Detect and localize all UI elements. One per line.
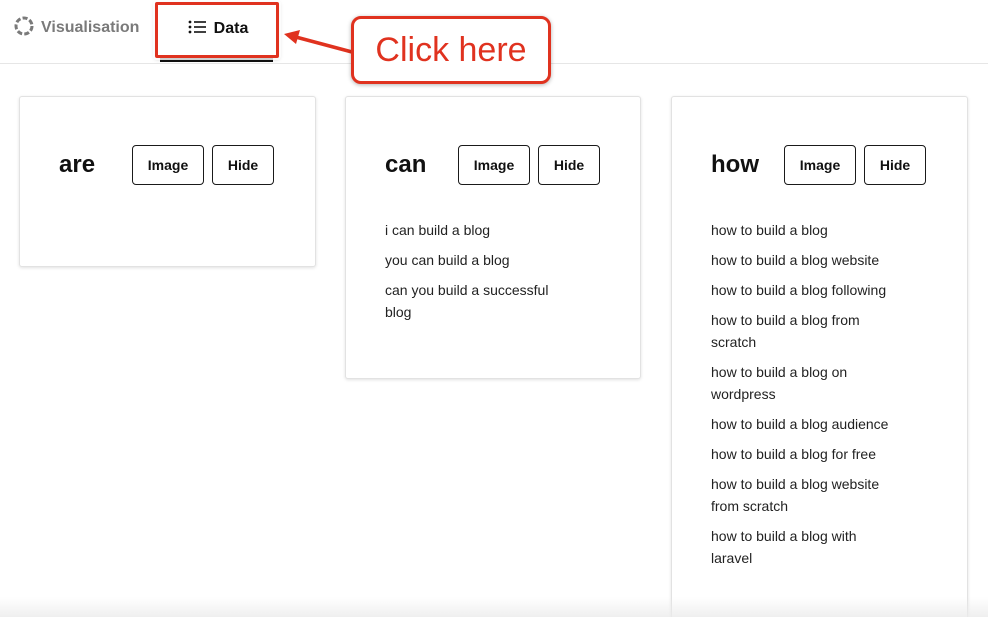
tab-visualisation[interactable]: Visualisation [14,10,139,46]
card-header: are Image Hide [20,145,315,187]
bottom-scroll-fade [0,597,988,617]
card-title: are [59,151,96,178]
list-item: how to build a blog for free [711,446,876,462]
list-item: how to build a blog following [711,282,887,298]
image-button[interactable]: Image [458,145,530,185]
hide-button[interactable]: Hide [538,145,600,185]
list-item: can you build a successful blog [385,282,549,320]
list-item: how to build a blog website from scratch [711,476,880,514]
loading-ring-icon [14,16,34,41]
list-item: you can build a blog [385,252,510,268]
annotation-arrow-icon [284,30,354,54]
suggestion-list: i can build a blog you can build a blog … [385,219,565,331]
list-item: how to build a blog website [711,252,880,268]
card-header: can Image Hide [346,145,640,187]
annotation-callout: Click here [351,16,551,84]
hide-button[interactable]: Hide [864,145,926,185]
keyword-card-how: how Image Hide how to build a blog how t… [671,96,968,617]
list-item: how to build a blog from scratch [711,312,860,350]
image-button[interactable]: Image [132,145,204,185]
list-item: i can build a blog [385,222,491,238]
annotation-highlight-box [155,2,279,58]
image-button[interactable]: Image [784,145,856,185]
card-header: how Image Hide [672,145,967,187]
list-item: how to build a blog [711,222,828,238]
card-title: how [711,151,759,178]
callout-text: Click here [375,30,527,69]
active-tab-indicator [160,58,273,62]
list-item: how to build a blog audience [711,416,889,432]
suggestion-list: how to build a blog how to build a blog … [711,219,891,577]
list-item: how to build a blog on wordpress [711,364,848,402]
keyword-card-can: can Image Hide i can build a blog you ca… [345,96,641,379]
hide-button[interactable]: Hide [212,145,274,185]
keyword-card-are: are Image Hide [19,96,316,267]
list-item: how to build a blog with laravel [711,528,857,566]
tab-visualisation-label: Visualisation [41,19,140,36]
card-title: can [385,151,427,178]
